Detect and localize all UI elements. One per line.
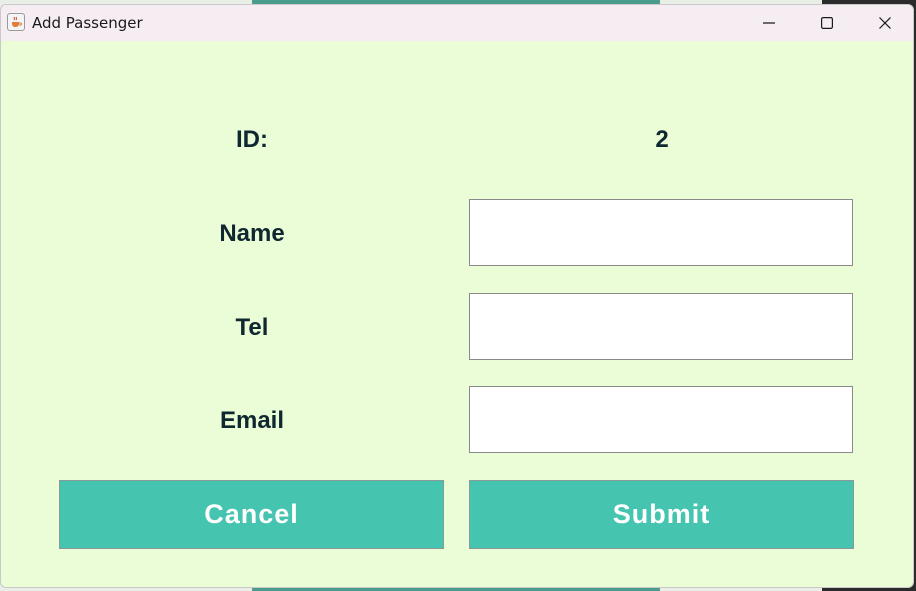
tel-label: Tel xyxy=(235,314,269,341)
id-label: ID: xyxy=(236,126,268,153)
maximize-icon xyxy=(821,17,833,29)
java-cup-icon xyxy=(7,13,25,31)
name-input[interactable] xyxy=(469,199,853,266)
id-value: 2 xyxy=(655,126,669,153)
maximize-button[interactable] xyxy=(798,5,856,41)
minimize-icon xyxy=(763,22,775,24)
close-icon xyxy=(879,17,891,29)
minimize-button[interactable] xyxy=(740,5,798,41)
cancel-button[interactable]: Cancel xyxy=(59,480,444,549)
name-label: Name xyxy=(219,220,285,247)
tel-input[interactable] xyxy=(469,293,853,360)
title-bar[interactable]: Add Passenger xyxy=(1,5,913,41)
submit-button[interactable]: Submit xyxy=(469,480,854,549)
email-input[interactable] xyxy=(469,386,853,453)
close-button[interactable] xyxy=(856,5,913,41)
email-label: Email xyxy=(219,407,285,434)
window-title: Add Passenger xyxy=(32,14,143,32)
add-passenger-window: Add Passenger ID: 2 Name Tel Email Cance… xyxy=(0,4,914,588)
